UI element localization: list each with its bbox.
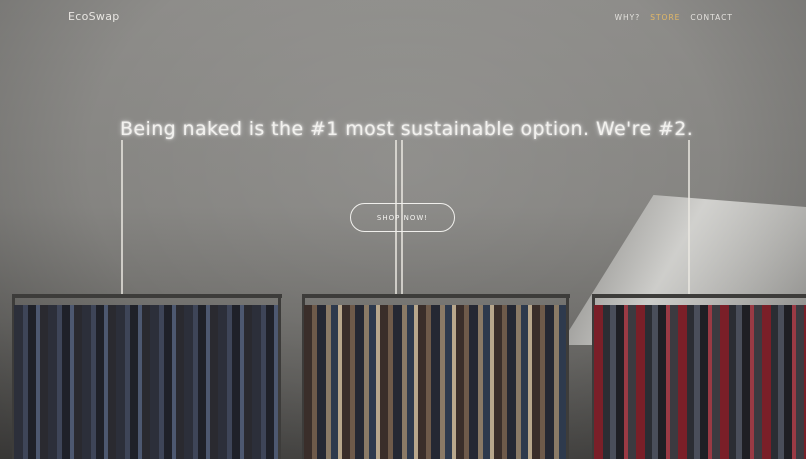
top-navbar: EcoSwap WHY? STORE CONTACT xyxy=(0,0,806,34)
neon-wire xyxy=(121,140,123,295)
hero-section: Being naked is the #1 most sustainable o… xyxy=(0,0,806,459)
clothes-group xyxy=(14,305,278,459)
rack-bar xyxy=(592,294,806,298)
brand-logo[interactable]: EcoSwap xyxy=(68,10,120,23)
clothes-group xyxy=(594,305,806,459)
rack-bar xyxy=(12,294,282,298)
nav-links: WHY? STORE CONTACT xyxy=(615,13,733,22)
nav-link-contact[interactable]: CONTACT xyxy=(690,13,733,22)
shop-now-button[interactable]: SHOP NOW! xyxy=(350,203,455,232)
rack-post xyxy=(566,294,569,459)
nav-link-store[interactable]: STORE xyxy=(650,13,680,22)
hero-neon-text: Being naked is the #1 most sustainable o… xyxy=(120,118,694,140)
rack-post xyxy=(278,294,281,459)
nav-link-why[interactable]: WHY? xyxy=(615,13,641,22)
clothes-group xyxy=(304,305,566,459)
neon-wire xyxy=(688,140,690,295)
rack-bar xyxy=(302,294,570,298)
